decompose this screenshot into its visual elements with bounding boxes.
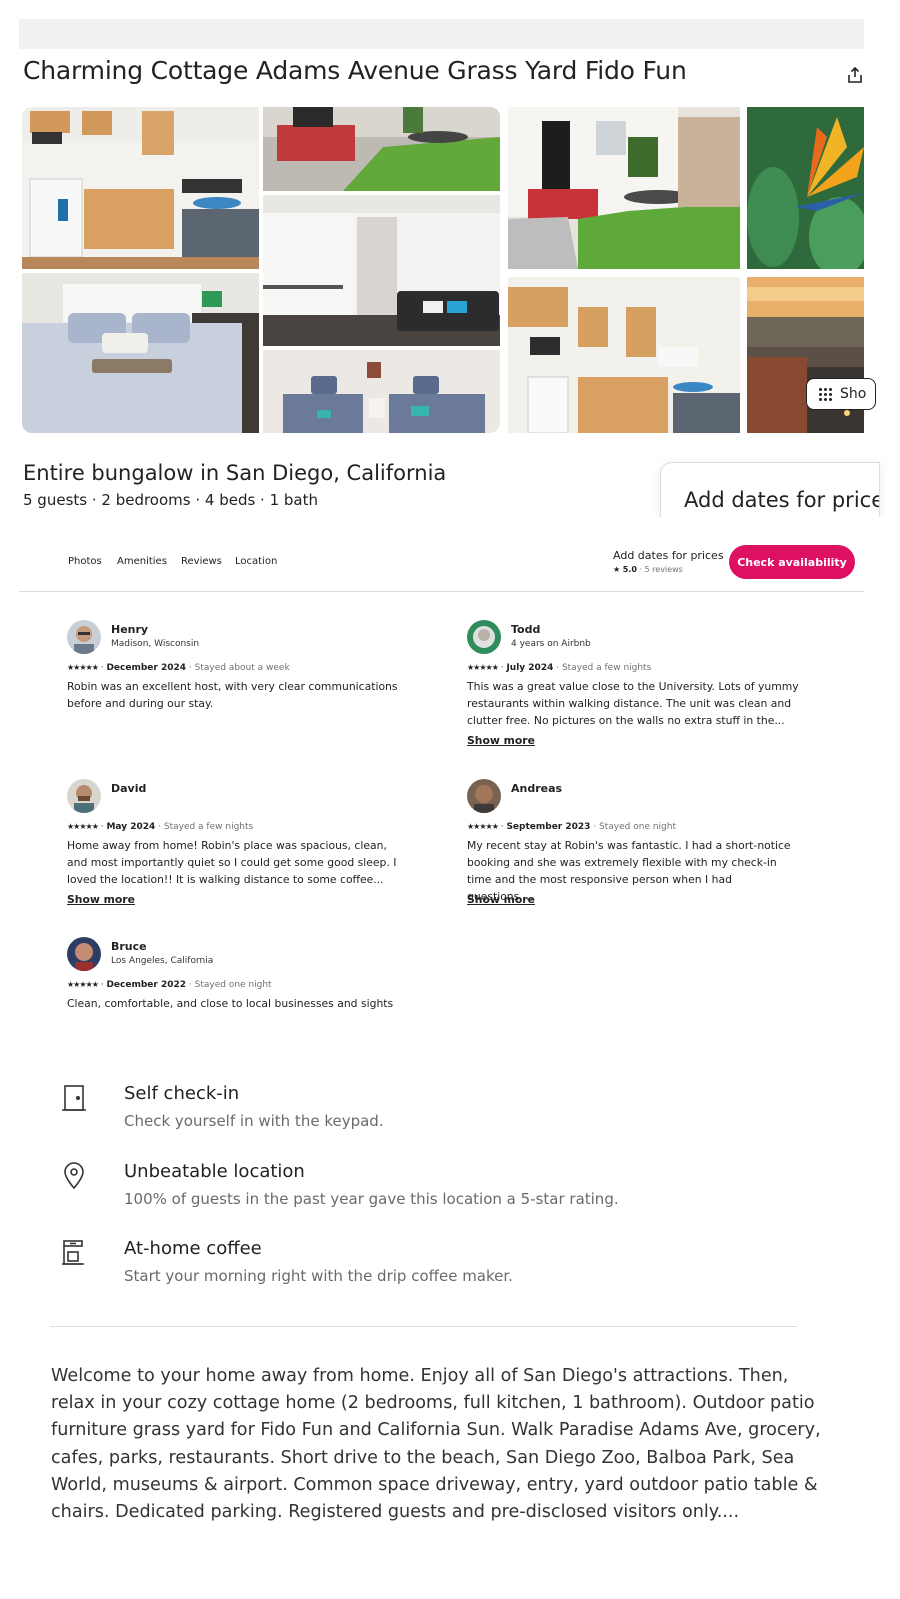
photo-red-steps-patio[interactable] [263,107,500,191]
review-text: Robin was an excellent host, with very c… [67,680,398,710]
review-meta: ★★★★★ · May 2024 · Stayed a few nights [67,822,254,832]
highlight-title: Self check-in [124,1083,240,1104]
review-date: July 2024 [506,663,554,673]
photo-kitchen[interactable] [22,107,259,269]
review-text: This was a great value close to the Univ… [467,680,799,727]
avatar[interactable] [67,937,101,971]
review-meta: ★★★★★ · July 2024 · Stayed a few nights [467,663,652,673]
highlight-desc: 100% of guests in the past year gave thi… [124,1190,619,1208]
highlight-title: Unbeatable location [124,1161,305,1182]
reviewer-location: Los Angeles, California [111,956,214,966]
listing-specs: 5 guests · 2 bedrooms · 4 beds · 1 bath [23,491,319,509]
share-icon[interactable] [846,66,864,84]
nav-link-location[interactable]: Location [235,556,277,567]
stay-length: · Stayed about a week [188,663,290,673]
reviewer-name: Andreas [511,782,563,795]
section-divider [50,1326,797,1327]
grid-dots-icon [819,387,832,401]
highlight-title: At-home coffee [124,1238,262,1259]
price-card: Add dates for price [660,462,880,522]
photo-front-patio[interactable] [508,107,740,269]
review-meta: ★★★★★ · September 2023 · Stayed one nigh… [467,822,676,832]
nav-link-photos[interactable]: Photos [68,556,102,567]
rating-stars: ★★★★★ [467,822,499,831]
review-text: Clean, comfortable, and close to local b… [67,997,394,1010]
reviewer-name: David [111,782,147,795]
photo-bedroom[interactable] [22,273,259,433]
reviewer-name: Todd [511,623,541,636]
avatar[interactable] [67,620,101,654]
review-date: December 2024 [106,663,187,673]
sticky-nav-bar: Photos Amenities Reviews Location Add da… [19,540,864,592]
price-card-text: Add dates for price [684,488,880,512]
show-more-link[interactable]: Show more [467,734,535,747]
highlight-desc: Start your morning right with the drip c… [124,1267,513,1285]
location-pin-icon [64,1162,84,1190]
rating-count[interactable]: 5 reviews [645,565,683,574]
photo-bird-of-paradise-flower[interactable] [747,107,864,269]
avatar[interactable] [467,779,501,813]
stay-length: · Stayed a few nights [158,822,254,832]
listing-subtitle: Entire bungalow in San Diego, California [23,461,447,485]
show-all-photos-label: Sho [840,386,867,402]
photo-grid-main [22,107,500,433]
nav-price-text: Add dates for prices [613,549,724,562]
highlight-desc: Check yourself in with the keypad. [124,1112,384,1130]
review-meta: ★★★★★ · December 2022 · Stayed one night [67,980,272,990]
reviewer-tenure: 4 years on Airbnb [511,639,591,649]
nav-link-reviews[interactable]: Reviews [181,556,222,567]
show-all-photos-button[interactable]: Sho [806,378,876,410]
reviewer-name: Bruce [111,940,147,953]
show-more-link[interactable]: Show more [67,893,135,906]
photo-living-room[interactable] [263,195,500,346]
reviewer-name: Henry [111,623,149,636]
rating-stars: ★★★★★ [67,663,99,672]
stay-length: · Stayed one night [593,822,676,832]
review-text: Home away from home! Robin's place was s… [67,839,397,886]
top-bar [19,19,864,49]
listing-title: Charming Cottage Adams Avenue Grass Yard… [23,56,687,85]
avatar[interactable] [67,779,101,813]
nav-link-amenities[interactable]: Amenities [117,556,167,567]
rating-sep: · [639,565,642,574]
reviewer-location: Madison, Wisconsin [111,639,200,649]
stay-length: · Stayed a few nights [556,663,652,673]
nav-rating: ★ 5.0 · 5 reviews [613,565,683,574]
star-icon: ★ [613,565,621,574]
review-date: December 2022 [106,980,187,990]
review-meta: ★★★★★ · December 2024 · Stayed about a w… [67,663,290,673]
stay-length: · Stayed one night [188,980,272,990]
check-availability-button[interactable]: Check availability [729,545,855,579]
rating-value: 5.0 [622,565,637,574]
photo-gallery [22,107,864,433]
rating-stars: ★★★★★ [67,980,99,989]
review-date: September 2023 [506,822,591,832]
review-date: May 2024 [106,822,156,832]
show-more-link[interactable]: Show more [467,893,535,906]
rating-stars: ★★★★★ [467,663,499,672]
avatar[interactable] [467,620,501,654]
screenshot-gap [0,517,900,537]
rating-stars: ★★★★★ [67,822,99,831]
photo-twin-beds[interactable] [263,350,500,433]
listing-description: Welcome to your home away from home. Enj… [51,1366,821,1523]
door-icon [62,1085,86,1111]
coffee-maker-icon [62,1240,84,1265]
photo-kitchen-wide[interactable] [508,277,740,433]
